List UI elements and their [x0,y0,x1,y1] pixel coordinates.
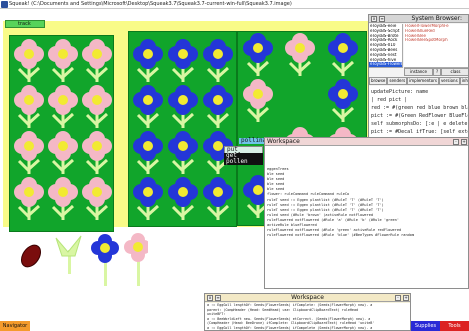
class-button[interactable]: class [441,68,468,76]
get-pollen-menu-item[interactable]: get pollen [224,153,263,165]
senders-button[interactable]: senders [387,77,408,85]
blue-flower[interactable] [165,177,201,221]
blue-flower[interactable] [165,85,201,129]
workspace-text-pane[interactable]: eggenTrees ble seed ble seed ble seed ble se… [265,147,468,288]
code-line: self submorphsDo: [:e | e delete]. [371,121,469,127]
blue-flower[interactable] [200,85,236,129]
squeak-desktop[interactable]: track pollinate put pollen get pollen [0,9,469,331]
method-list-item: FlowerBeeSpotMorph [405,38,448,43]
menu-icon[interactable]: ≡ [215,295,221,301]
code-line: | red pict | [371,97,408,103]
pollinate-menu[interactable]: pollinate put pollen get pollen [221,138,276,165]
pink-flower[interactable] [11,131,47,175]
system-browser-title-bar[interactable]: x ≡ System Browser: [369,15,468,23]
window-title-text: Squeak! (C:\Documents and Settings\Micro… [9,1,292,7]
pink-flower[interactable] [45,39,81,83]
pink-flower[interactable] [11,39,47,83]
blue-flower[interactable] [130,177,166,221]
bottom-workspace-window[interactable]: x ≡ Workspace - + a := EggGoll lengthOf:… [204,293,411,331]
blue-flower[interactable] [200,39,236,83]
code-line: pict := #Decal ifTrue: [self extent: 3@3 [371,129,468,135]
pink-flower[interactable] [11,177,47,221]
tools-flap-tab[interactable]: Tools [440,321,469,331]
expand-icon[interactable]: + [403,295,409,301]
blue-flower[interactable] [130,131,166,175]
close-icon[interactable]: x [207,295,213,301]
pink-flower[interactable] [240,79,276,123]
pink-flower[interactable] [79,131,115,175]
pink-flower[interactable] [45,177,81,221]
code-line: pict := #(Green RedFlower BlueFlower Y [371,113,468,119]
blue-flower-icon[interactable] [91,234,119,286]
window-title-bar: Squeak! (C:\Documents and Settings\Micro… [0,0,469,9]
pink-flower[interactable] [79,177,115,221]
browser-toolbar: browse senders implementors versions inh [369,77,468,85]
track-tab[interactable]: track [5,20,45,28]
bottom-workspace-text-pane[interactable]: a := EggGoll lengthOf: Seeds(FlowerSeeds… [205,303,410,330]
bud-flower-icon[interactable] [55,235,82,274]
code-line: updatePicture: name [371,89,429,95]
pink-flower[interactable] [79,39,115,83]
method-list-pane[interactable]: FlowerFlowerMorphFe FlowerBlueRed FlowerBe… [404,24,468,68]
menu-icon[interactable]: ≡ [379,16,385,22]
blue-flower[interactable] [325,79,361,123]
supplies-flap-tab[interactable]: Supplies [411,321,440,331]
squeak-app-icon [1,1,8,8]
implementors-button[interactable]: implementors [407,77,439,85]
blue-flower[interactable] [165,39,201,83]
collapse-icon[interactable]: - [395,295,401,301]
navigator-flap-tab[interactable]: Navigator [0,321,30,331]
track-tab-label: track [18,21,31,27]
help-button[interactable]: ? [433,68,441,76]
blue-flower[interactable] [130,39,166,83]
pink-flower[interactable] [282,33,318,77]
pink-flower[interactable] [45,131,81,175]
browse-button[interactable]: browse [369,77,388,85]
code-line: red := #(green red blue brown black) m [371,105,468,111]
workspace-title-bar[interactable]: Workspace - + [265,138,468,146]
flower-palette[interactable] [18,230,148,288]
pink-flower[interactable] [79,85,115,129]
pink-flower[interactable] [45,85,81,129]
instance-button[interactable]: instance [404,68,433,76]
workspace-window[interactable]: Workspace - + eggenTrees ble seed ble seed… [264,137,469,289]
class-list-item: eToysBS-FlowerEllipse [369,62,402,67]
pink-flower[interactable] [11,85,47,129]
blue-flower[interactable] [240,33,276,77]
instance-class-switch[interactable]: instance ? class [404,68,468,76]
system-browser-title: System Browser: [411,15,462,22]
collapse-icon[interactable]: - [453,139,459,145]
expand-icon[interactable]: + [461,139,467,145]
blue-flower[interactable] [165,131,201,175]
versions-button[interactable]: versions [438,77,460,85]
inheritance-button[interactable]: inh [459,77,468,85]
workspace-line: ruleFlowered notFlowered (#Rule 'blue' (… [267,233,415,238]
bottom-workspace-title: Workspace [291,294,324,301]
blue-flower[interactable] [325,33,361,77]
close-icon[interactable]: x [371,16,377,22]
blue-flower[interactable] [200,177,236,221]
blue-flower[interactable] [130,85,166,129]
seed-icon[interactable] [18,242,44,271]
bottom-workspace-title-bar[interactable]: x ≡ Workspace - + [205,294,410,302]
class-list-pane[interactable]: eToysBS-eeie eToysBS-Script eToysBS-Brote e… [369,24,403,68]
workspace-title: Workspace [267,138,300,145]
bottom-workspace-line: a := EggGoll lengthOf: Seeds(FlowerSeeds… [207,325,373,330]
pink-flower-icon[interactable] [124,233,148,286]
